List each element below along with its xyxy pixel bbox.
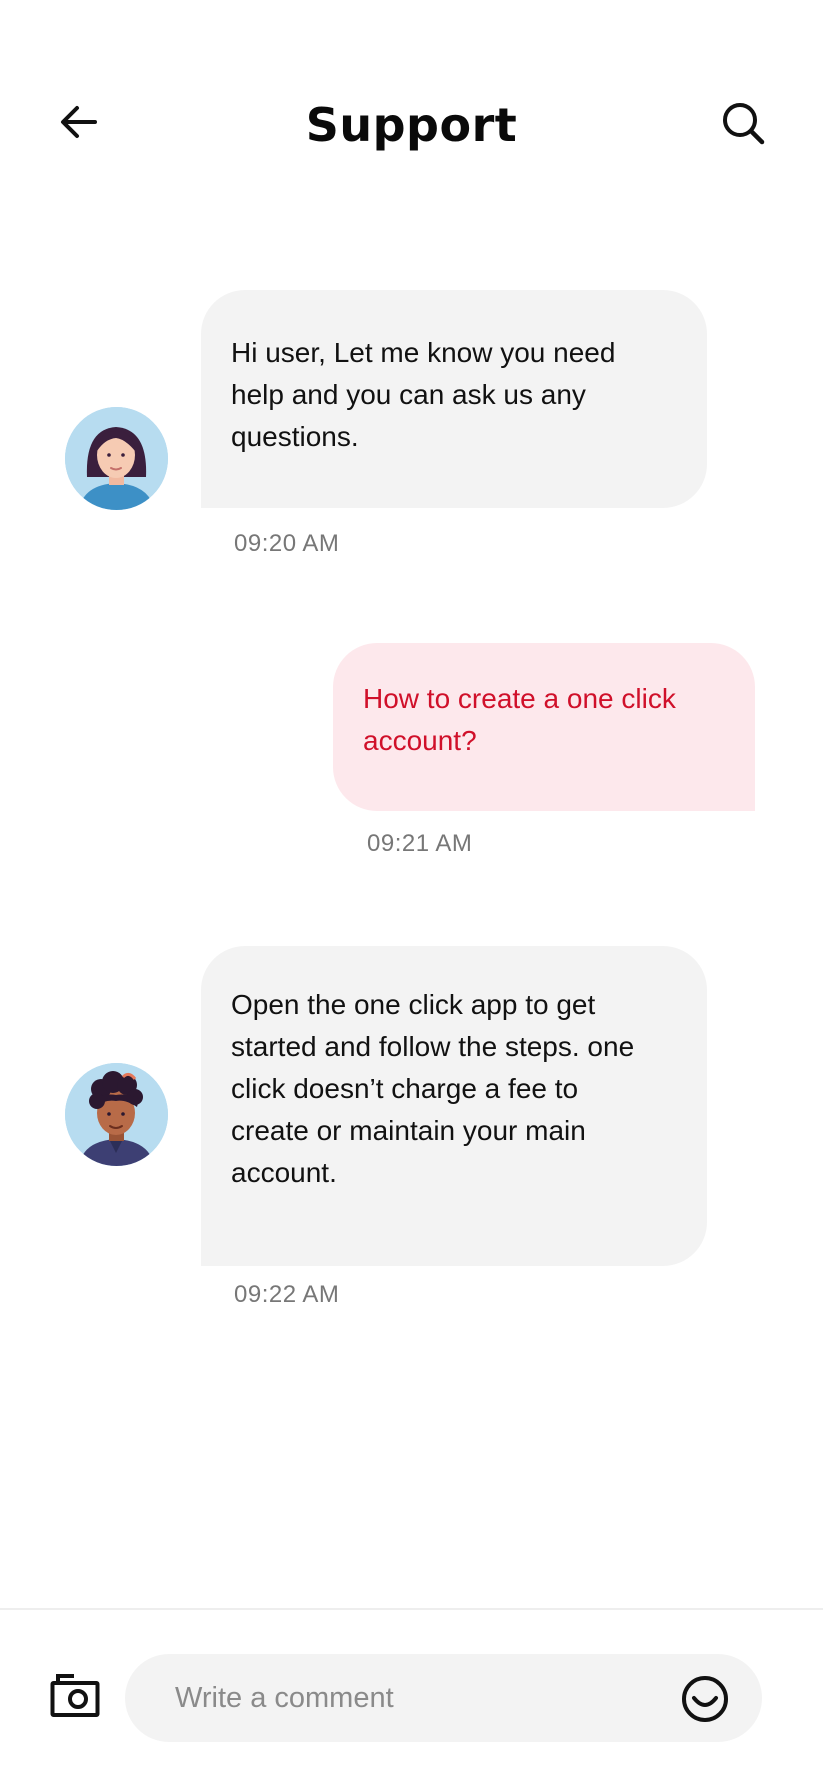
message-bubble-outgoing: How to create a one click account?	[333, 643, 755, 811]
message-timestamp: 09:21 AM	[367, 830, 473, 857]
smiley-icon	[682, 1676, 728, 1722]
message-line: account.	[231, 1157, 337, 1188]
message-timestamp: 09:20 AM	[234, 530, 340, 557]
support-agent-avatar	[65, 1063, 168, 1166]
support-agent-avatar	[65, 407, 168, 510]
message-line: How to create a one click	[363, 683, 676, 714]
message-line: Hi user, Let me know you need	[231, 337, 616, 368]
composer-divider	[0, 1608, 823, 1610]
camera-button[interactable]	[50, 1672, 100, 1718]
male-support-avatar	[65, 1063, 168, 1166]
message-line: Open the one click app to get	[231, 989, 596, 1020]
search-icon	[723, 103, 765, 145]
message-bubble-incoming: Open the one click app to get started an…	[201, 946, 707, 1266]
comment-input[interactable]	[175, 1654, 655, 1742]
search-button[interactable]	[716, 96, 770, 150]
app-header: Support	[0, 0, 823, 200]
female-support-avatar	[65, 407, 168, 510]
message-bubble-incoming: Hi user, Let me know you need help and y…	[201, 290, 707, 508]
message-line: click doesn’t charge a fee to	[231, 1073, 579, 1104]
message-line: help and you can ask us any	[231, 379, 586, 410]
message-line: started and follow the steps. one	[231, 1031, 635, 1062]
message-line: create or maintain your main	[231, 1115, 586, 1146]
camera-icon	[50, 1674, 100, 1717]
comment-box	[125, 1654, 762, 1742]
emoji-button[interactable]	[680, 1674, 730, 1724]
message-line: account?	[363, 725, 477, 756]
page-title: Support	[305, 98, 518, 152]
message-line: questions.	[231, 421, 359, 452]
message-timestamp: 09:22 AM	[234, 1281, 340, 1308]
